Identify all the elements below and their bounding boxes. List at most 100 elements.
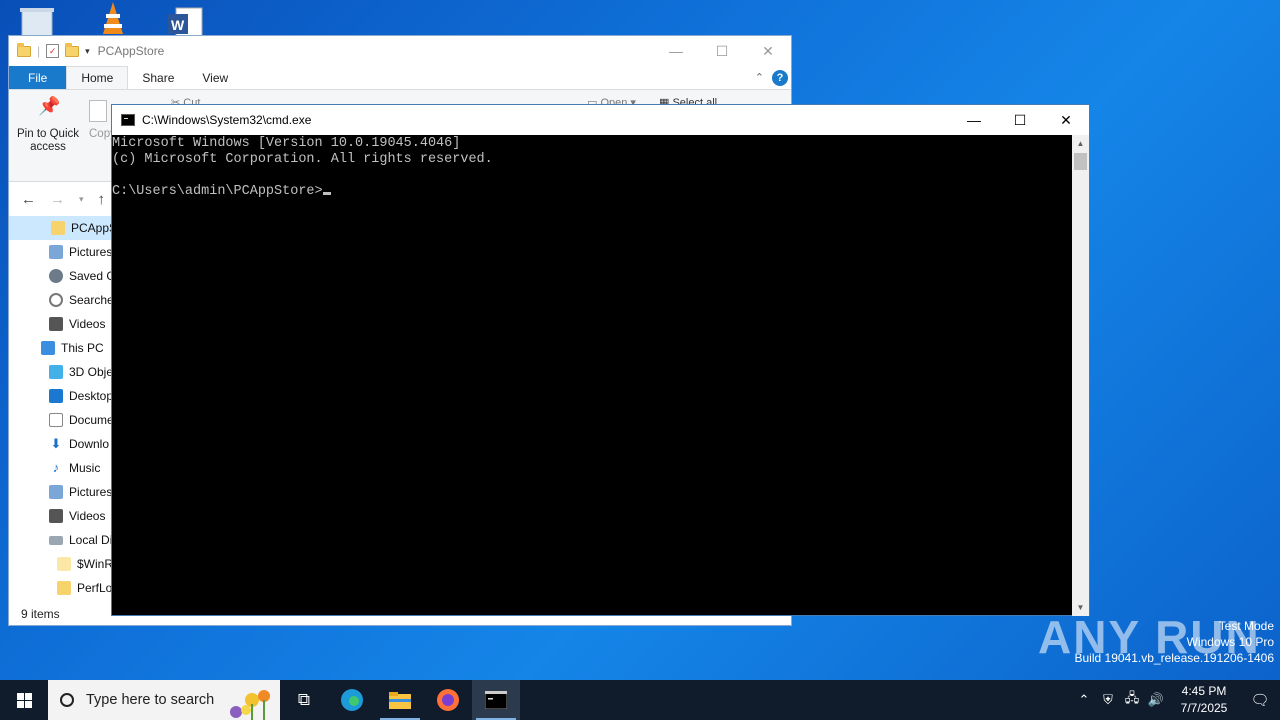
close-button[interactable]: ✕ (745, 36, 791, 66)
up-arrow-icon[interactable]: ↑ (98, 191, 106, 208)
forward-arrow-icon[interactable]: → (50, 191, 65, 208)
explorer-titlebar[interactable]: | ✓ ▾ PCAppStore — ☐ ✕ (9, 36, 791, 66)
console-prompt: C:\Users\admin\PCAppStore> (112, 184, 323, 199)
firefox-icon (437, 689, 459, 711)
system-tray: ⌃ ⛨ 🖧 🔊 4:45 PM 7/7/2025 🗨 (1072, 680, 1280, 720)
tab-file[interactable]: File (9, 66, 67, 89)
copy-icon (89, 100, 107, 122)
vertical-scrollbar[interactable]: ▲ ▼ (1072, 135, 1089, 616)
nav-item-3d-objects[interactable]: 3D Obje (49, 360, 113, 384)
notification-icon[interactable]: 🗨 (1240, 691, 1280, 709)
window-title: PCAppStore (97, 44, 165, 58)
search-icon (49, 293, 63, 307)
edge-button[interactable] (328, 680, 376, 720)
computer-icon (41, 341, 55, 355)
start-button[interactable] (0, 680, 48, 720)
help-icon[interactable]: ? (772, 66, 791, 89)
pictures-icon (49, 485, 63, 499)
minimize-button[interactable]: — (951, 105, 997, 135)
folder-icon (57, 581, 71, 595)
cmd-icon (121, 114, 135, 126)
windows-logo-icon (16, 692, 32, 708)
nav-item-pcappstore[interactable]: PCAppS (9, 216, 111, 240)
desktop-icon (49, 389, 63, 403)
chevron-down-icon[interactable]: ▾ (79, 194, 84, 205)
scrollbar-thumb[interactable] (1074, 153, 1087, 170)
network-icon[interactable]: 🖧 (1120, 689, 1144, 711)
file-explorer-icon (389, 692, 411, 709)
drive-icon (49, 535, 63, 545)
cmd-window-title: C:\Windows\System32\cmd.exe (142, 113, 312, 127)
nav-item-winre[interactable]: $WinR (57, 552, 113, 576)
search-placeholder: Type here to search (86, 692, 215, 708)
console-output[interactable]: Microsoft Windows [Version 10.0.19045.40… (112, 135, 1072, 616)
3d-objects-icon (49, 365, 63, 379)
saved-games-icon (49, 269, 63, 283)
watermark-line: Build 19041.vb_release.191206-1406 (1074, 651, 1275, 665)
nav-item-videos-2[interactable]: Videos (49, 504, 105, 528)
clock-date: 7/7/2025 (1180, 701, 1228, 715)
task-view-button[interactable]: ⧉ (280, 680, 328, 720)
pin-to-quick-access-button[interactable]: 📌 Pin to Quick access (15, 96, 81, 154)
clock-time: 4:45 PM (1181, 684, 1227, 698)
nav-item-downloads[interactable]: ⬇ Downlo (49, 432, 109, 456)
close-button[interactable]: ✕ (1043, 105, 1089, 135)
videos-icon (49, 509, 63, 523)
word-document-icon[interactable]: W (166, 0, 206, 37)
folder-icon (51, 221, 65, 235)
nav-item-this-pc[interactable]: This PC (41, 336, 104, 360)
watermark-line: Windows 10 Pro (1186, 635, 1274, 649)
flowers-decoration-icon (218, 686, 278, 720)
file-explorer-taskbar-button[interactable] (376, 680, 424, 720)
scroll-up-arrow-icon[interactable]: ▲ (1072, 135, 1089, 152)
vlc-icon[interactable] (96, 0, 136, 36)
collapse-ribbon-icon[interactable]: ⌃ (755, 66, 772, 89)
nav-item-pictures-2[interactable]: Pictures (49, 480, 112, 504)
new-folder-icon[interactable] (65, 42, 80, 57)
pictures-icon (49, 245, 63, 259)
back-arrow-icon[interactable]: ← (21, 191, 36, 208)
chevron-up-icon[interactable]: ⌃ (1072, 692, 1096, 708)
chevron-down-icon[interactable]: ▾ (85, 46, 90, 57)
clock[interactable]: 4:45 PM 7/7/2025 (1168, 683, 1240, 717)
nav-item-perflogs[interactable]: PerfLo (57, 576, 112, 600)
volume-icon[interactable]: 🔊 (1144, 692, 1168, 708)
status-bar-item-count: 9 items (21, 607, 60, 621)
nav-item-searches[interactable]: Searche (49, 288, 114, 312)
tab-home[interactable]: Home (66, 66, 129, 89)
cmd-icon (485, 691, 507, 709)
recycle-bin-icon[interactable] (18, 0, 58, 37)
folder-icon (57, 557, 71, 571)
ribbon-tabs: File Home Share View ⌃ ? (9, 66, 791, 90)
nav-item-pictures[interactable]: Pictures (49, 240, 112, 264)
nav-item-local-disk[interactable]: Local Di (49, 528, 112, 552)
console-line: Microsoft Windows [Version 10.0.19045.40… (112, 136, 461, 151)
firefox-button[interactable] (424, 680, 472, 720)
search-icon (60, 693, 74, 707)
nav-item-desktop[interactable]: Desktop (49, 384, 113, 408)
watermark-line: Test Mode (1218, 619, 1274, 633)
nav-item-videos[interactable]: Videos (49, 312, 105, 336)
folder-icon (17, 42, 31, 57)
security-icon[interactable]: ⛨ (1096, 692, 1120, 708)
command-prompt-window: C:\Windows\System32\cmd.exe — ☐ ✕ Micros… (111, 104, 1090, 616)
minimize-button[interactable]: — (653, 36, 699, 66)
taskbar: Type here to search ⧉ ⌃ ⛨ 🖧 🔊 4:45 PM 7/… (0, 680, 1280, 720)
tab-view[interactable]: View (188, 66, 242, 89)
tab-share[interactable]: Share (128, 66, 188, 89)
maximize-button[interactable]: ☐ (699, 36, 745, 66)
task-view-icon: ⧉ (297, 690, 311, 709)
nav-item-music[interactable]: ♪ Music (49, 456, 101, 480)
properties-icon[interactable]: ✓ (46, 44, 60, 58)
pin-icon: 📌 (38, 96, 61, 116)
text-cursor (322, 192, 331, 195)
taskbar-search-box[interactable]: Type here to search (48, 680, 280, 720)
nav-item-saved-games[interactable]: Saved G (49, 264, 116, 288)
quick-access-toolbar: | ✓ ▾ (9, 42, 90, 58)
cmd-titlebar[interactable]: C:\Windows\System32\cmd.exe — ☐ ✕ (112, 105, 1089, 135)
download-icon: ⬇ (50, 436, 62, 451)
cmd-taskbar-button[interactable] (472, 680, 520, 720)
maximize-button[interactable]: ☐ (997, 105, 1043, 135)
documents-icon (49, 413, 63, 427)
nav-item-documents[interactable]: Docume (49, 408, 114, 432)
